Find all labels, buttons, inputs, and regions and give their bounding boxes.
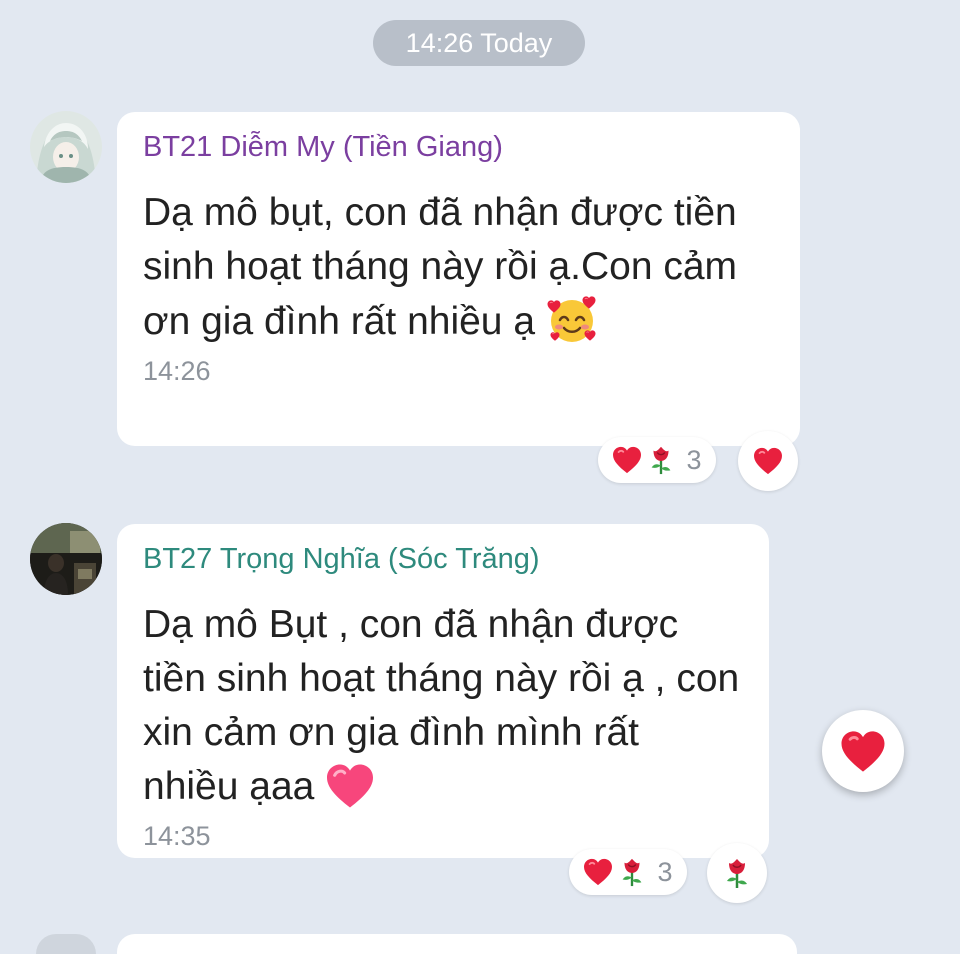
sender-avatar[interactable]	[30, 523, 102, 595]
message-text: Dạ mô Bụt , con đã nhận được tiền sinh h…	[143, 598, 743, 814]
sender-name[interactable]: BT21 Diễm My (Tiền Giang)	[143, 128, 776, 166]
sender-avatar[interactable]	[30, 111, 102, 183]
my-reaction-button[interactable]	[738, 431, 798, 491]
sender-name[interactable]: BT27 Trọng Nghĩa (Sóc Trăng)	[143, 540, 745, 578]
heart-icon	[753, 447, 783, 475]
message-body: Dạ mô bụt, con đã nhận được tiền sinh ho…	[143, 191, 738, 343]
smiling-face-with-hearts-icon	[546, 296, 596, 342]
next-avatar-partial	[36, 934, 96, 954]
pink-heart-icon	[327, 764, 374, 808]
message-text: Dạ mô bụt, con đã nhận được tiền sinh ho…	[143, 186, 763, 349]
message-body: Dạ mô Bụt , con đã nhận được tiền sinh h…	[143, 603, 740, 808]
my-reaction-button[interactable]	[707, 843, 767, 903]
next-bubble-partial	[117, 934, 797, 954]
heart-icon	[583, 858, 613, 886]
reaction-summary[interactable]: 3	[598, 437, 716, 483]
quick-react-button[interactable]	[822, 710, 904, 792]
rose-icon	[646, 445, 676, 475]
reaction-summary[interactable]: 3	[569, 849, 687, 895]
rose-icon	[721, 857, 753, 889]
message-time: 14:35	[143, 821, 211, 851]
message-bubble[interactable]: BT27 Trọng Nghĩa (Sóc Trăng) Dạ mô Bụt ,…	[117, 524, 769, 858]
reaction-count: 3	[686, 444, 702, 475]
reaction-count: 3	[657, 856, 673, 887]
heart-icon	[612, 446, 642, 474]
date-separator: 14:26 Today	[373, 20, 585, 66]
rose-icon	[617, 857, 647, 887]
message-bubble[interactable]: BT21 Diễm My (Tiền Giang) Dạ mô bụt, con…	[117, 112, 800, 446]
heart-icon	[840, 730, 886, 773]
message-time: 14:26	[143, 356, 211, 386]
